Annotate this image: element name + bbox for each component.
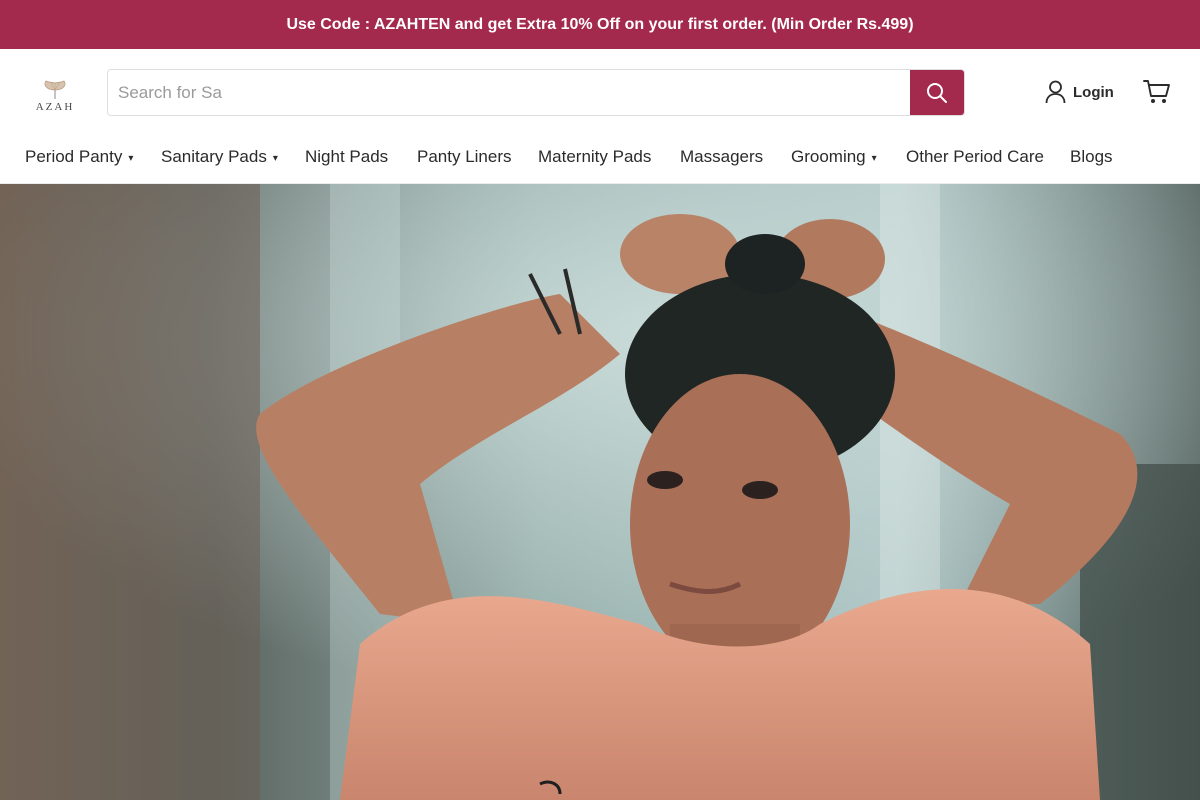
nav-item-sanitary-pads[interactable]: Sanitary Pads ▾ — [161, 146, 278, 168]
brand-logo[interactable]: AZAH — [28, 71, 82, 113]
search-button[interactable] — [910, 70, 964, 115]
login-link[interactable]: Login — [1045, 80, 1114, 104]
nav-item-blogs[interactable]: Blogs — [1070, 146, 1113, 168]
nav-label: Panty Liners — [417, 147, 512, 166]
nav-label: Blogs — [1070, 147, 1113, 166]
nav-item-period-panty[interactable]: Period Panty ▾ — [25, 146, 133, 168]
nav-label: Period Panty — [25, 147, 123, 166]
hero-banner-image[interactable] — [0, 184, 1200, 800]
search-input[interactable] — [108, 70, 910, 115]
nav-label: Sanitary Pads — [161, 147, 267, 166]
announcement-bar: Use Code : AZAHTEN and get Extra 10% Off… — [0, 0, 1200, 49]
nav-item-night-pads[interactable]: Night Pads — [305, 146, 388, 168]
ginkgo-leaf-icon — [44, 80, 66, 99]
chevron-down-icon: ▾ — [272, 152, 278, 164]
nav-item-grooming[interactable]: Grooming ▾ — [791, 146, 877, 168]
nav-label: Maternity Pads — [538, 147, 652, 166]
nav-label: Massagers — [680, 147, 764, 166]
login-label: Login — [1073, 83, 1114, 101]
nav-item-maternity-pads[interactable]: Maternity Pads — [538, 146, 651, 168]
site-header: AZAH Login — [0, 49, 1200, 135]
chevron-down-icon: ▾ — [128, 152, 134, 164]
nav-item-massagers[interactable]: Massagers — [680, 146, 763, 168]
cart-icon — [1143, 80, 1170, 103]
main-navigation: Period Panty ▾ Sanitary Pads ▾ Night Pad… — [0, 135, 1200, 184]
cart-button[interactable] — [1143, 79, 1171, 105]
nav-label: Other Period Care — [906, 147, 1044, 166]
chevron-down-icon: ▾ — [871, 152, 877, 164]
search-bar — [107, 69, 965, 116]
announcement-text: Use Code : AZAHTEN and get Extra 10% Off… — [286, 15, 914, 33]
nav-label: Grooming — [791, 147, 866, 166]
nav-item-panty-liners[interactable]: Panty Liners — [417, 146, 512, 168]
nav-item-other-period-care[interactable]: Other Period Care — [906, 146, 1044, 168]
logo-text: AZAH — [35, 101, 75, 113]
search-icon — [927, 82, 947, 103]
user-icon — [1045, 80, 1066, 104]
nav-label: Night Pads — [305, 147, 389, 166]
